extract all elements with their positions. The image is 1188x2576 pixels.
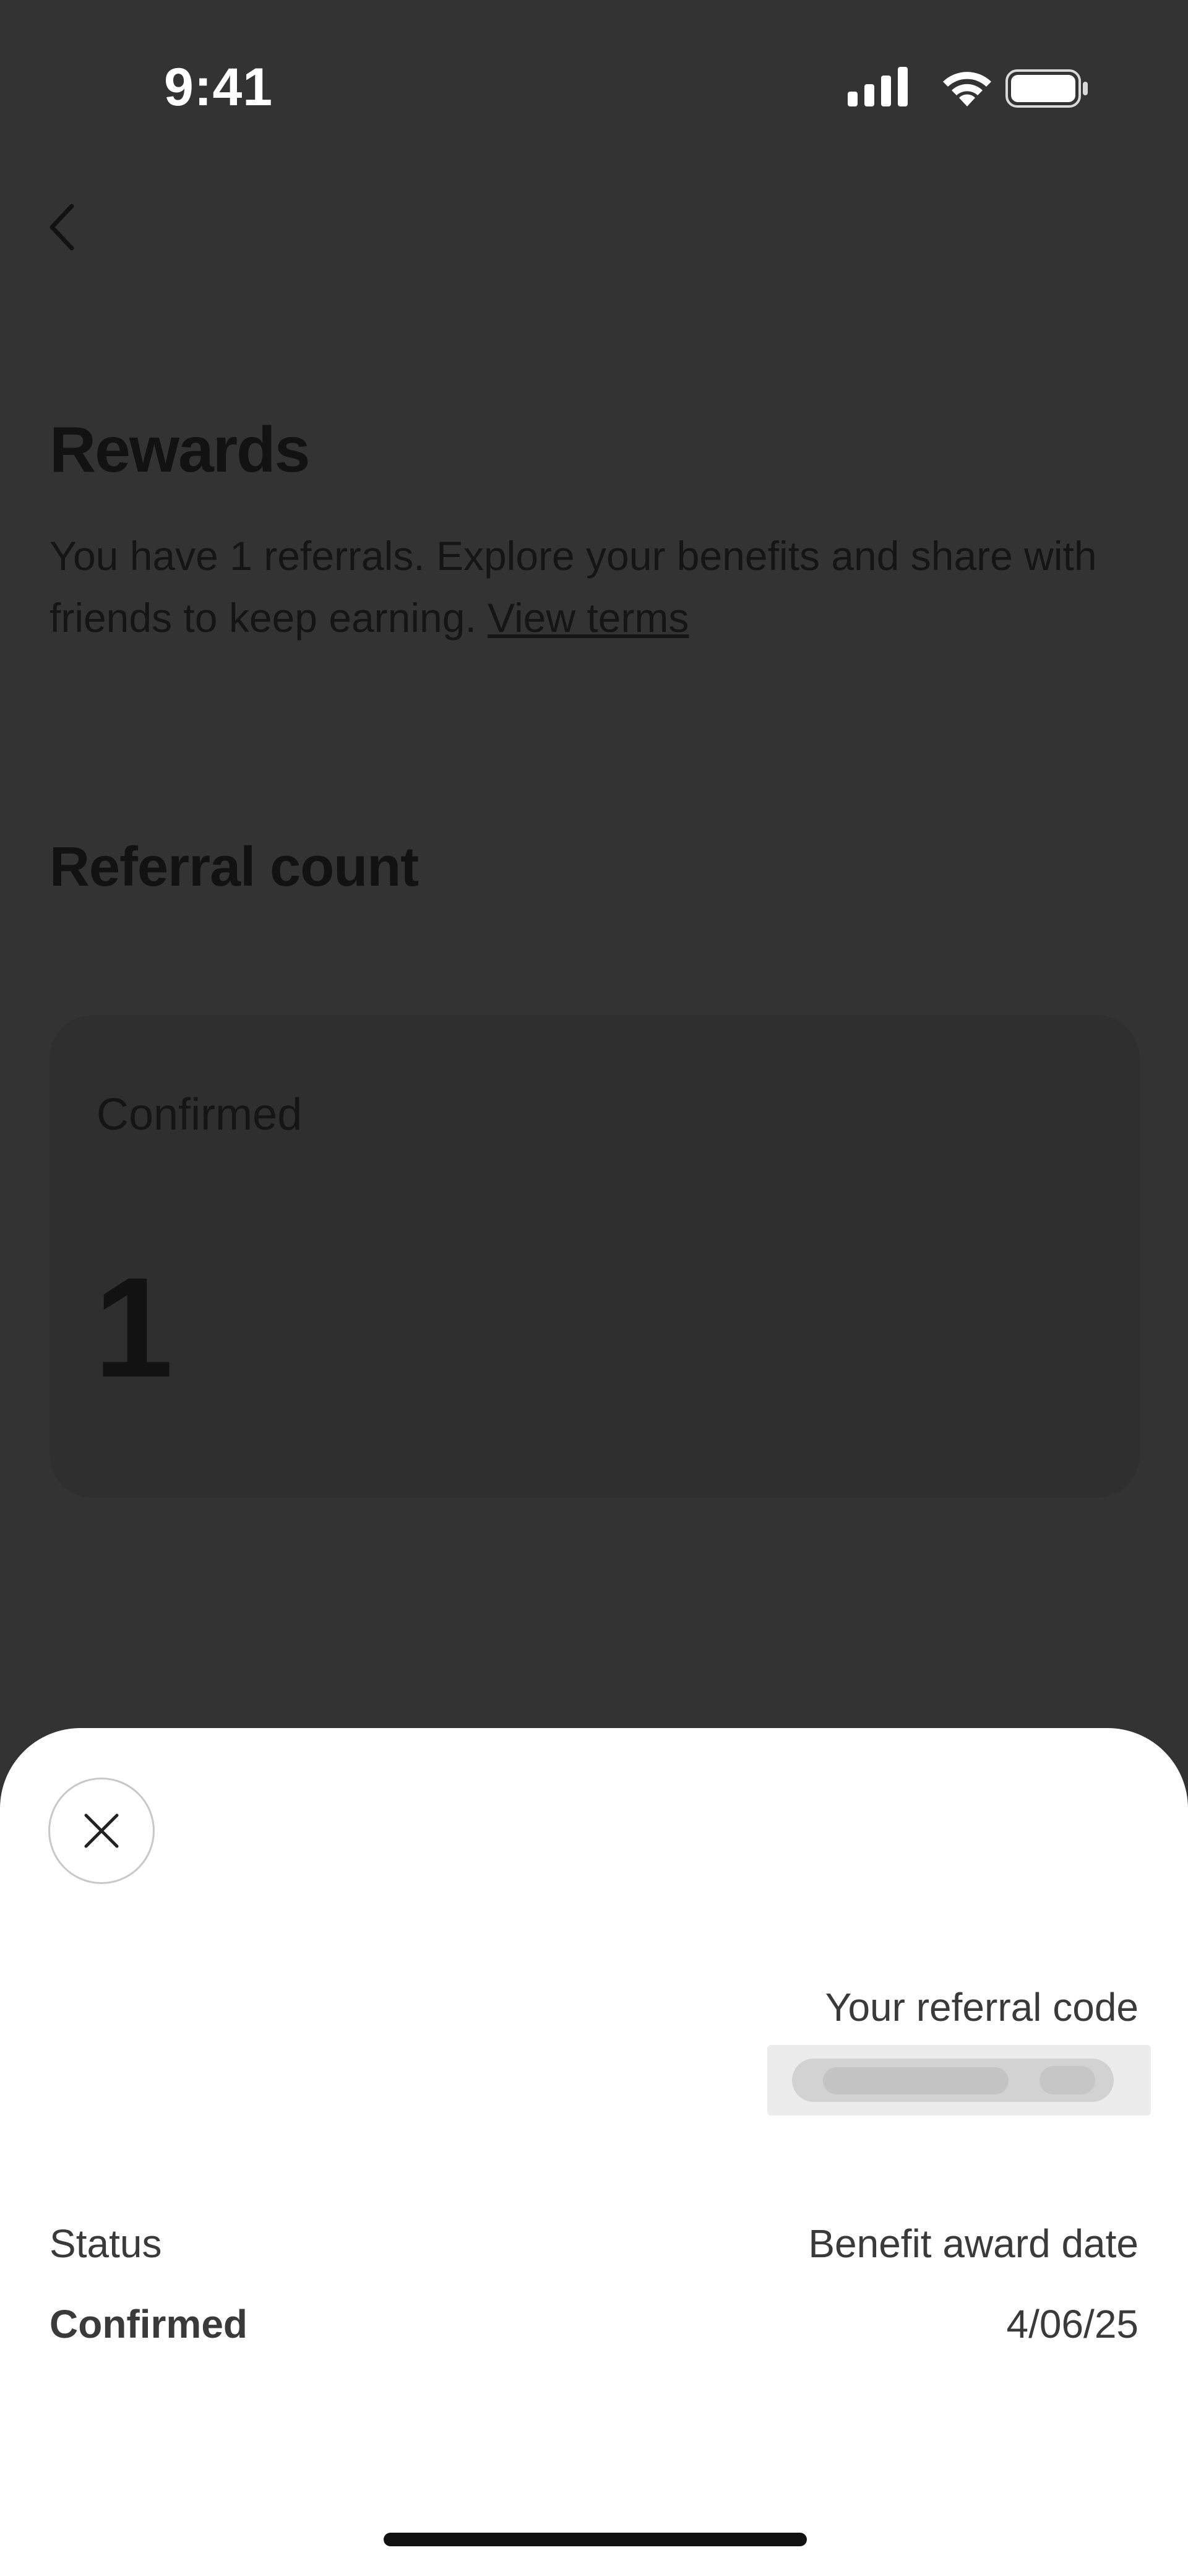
benefit-award-date-value: 4/06/25 <box>1006 2302 1138 2346</box>
benefit-award-date-label: Benefit award date <box>808 2221 1138 2266</box>
wifi-icon <box>943 72 991 106</box>
close-icon <box>84 1813 119 1848</box>
view-terms-link[interactable]: View terms <box>488 595 689 641</box>
status-value: Confirmed <box>50 2302 248 2346</box>
page-description: You have 1 referrals. Explore your benef… <box>50 525 1138 649</box>
chevron-left-icon <box>50 204 74 251</box>
referral-code-redacted <box>767 2045 1151 2116</box>
referral-detail-sheet: Your referral code Status Confirmed Bene… <box>0 1728 1188 2576</box>
page-title: Rewards <box>50 414 311 486</box>
battery-icon <box>1005 69 1088 108</box>
referral-count-card: Confirmed 1 <box>50 1015 1140 1498</box>
close-button[interactable] <box>48 1778 155 1884</box>
cellular-signal-icon <box>848 67 908 106</box>
status-time: 9:41 <box>164 58 273 117</box>
status-bar: 9:41 <box>0 0 1188 173</box>
confirmed-label: Confirmed <box>97 1090 303 1139</box>
confirmed-count: 1 <box>94 1248 173 1407</box>
referral-count-heading: Referral count <box>50 836 419 898</box>
status-label: Status <box>50 2221 162 2266</box>
home-indicator <box>384 2533 807 2546</box>
referral-code-label: Your referral code <box>825 1985 1138 2029</box>
back-button[interactable] <box>41 199 84 255</box>
